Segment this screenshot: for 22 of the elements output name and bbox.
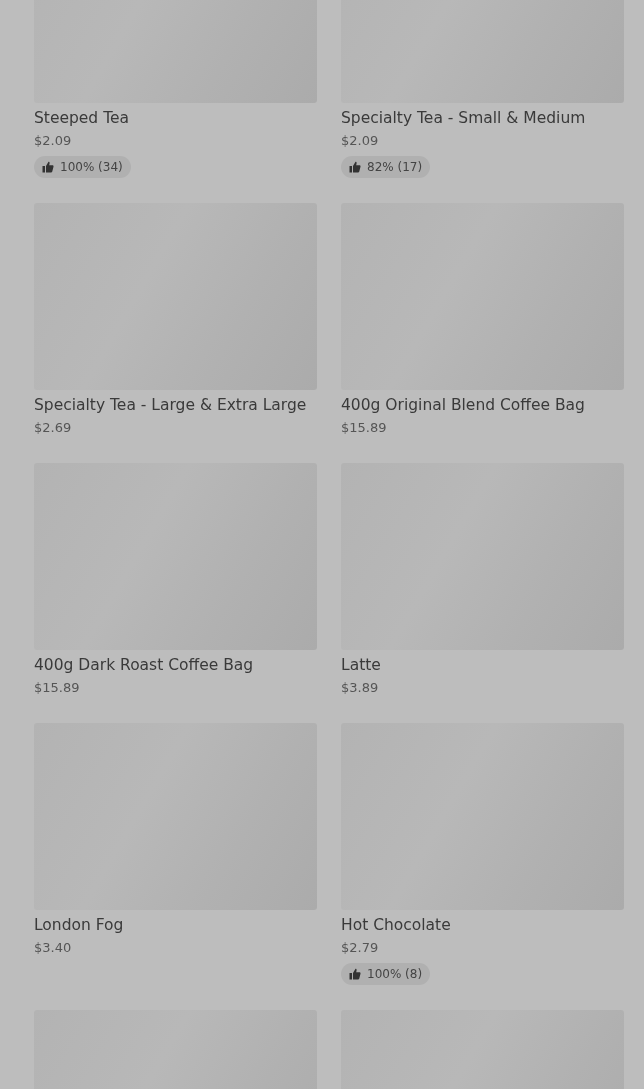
product-name[interactable]: 400g Dark Roast Coffee Bag [34,654,254,676]
product-price: $3.40 [34,939,72,957]
thumbs-up-icon [42,161,54,173]
product-price: $2.09 [34,132,72,150]
product-price: $2.69 [34,419,72,437]
product-name[interactable]: Specialty Tea - Small & Medium [341,107,586,129]
product-price: $2.09 [341,132,379,150]
product-price: $15.89 [341,419,387,437]
rating-badge: 100% (34) [34,156,131,178]
product-price: $15.89 [34,679,80,697]
rating-badge: 100% (8) [341,963,431,985]
rating-badge: 82% (17) [341,156,431,178]
product-price: $3.89 [341,679,379,697]
thumbs-up-icon [349,161,361,173]
product-name[interactable]: Latte [341,654,381,676]
product-name[interactable]: 400g Original Blend Coffee Bag [341,394,585,416]
product-price: $2.79 [341,939,379,957]
product-name[interactable]: Steeped Tea [34,107,129,129]
product-name[interactable]: Hot Chocolate [341,914,451,936]
thumbs-up-icon [349,968,361,980]
product-name[interactable]: London Fog [34,914,124,936]
product-name[interactable]: Specialty Tea - Large & Extra Large [34,394,307,416]
